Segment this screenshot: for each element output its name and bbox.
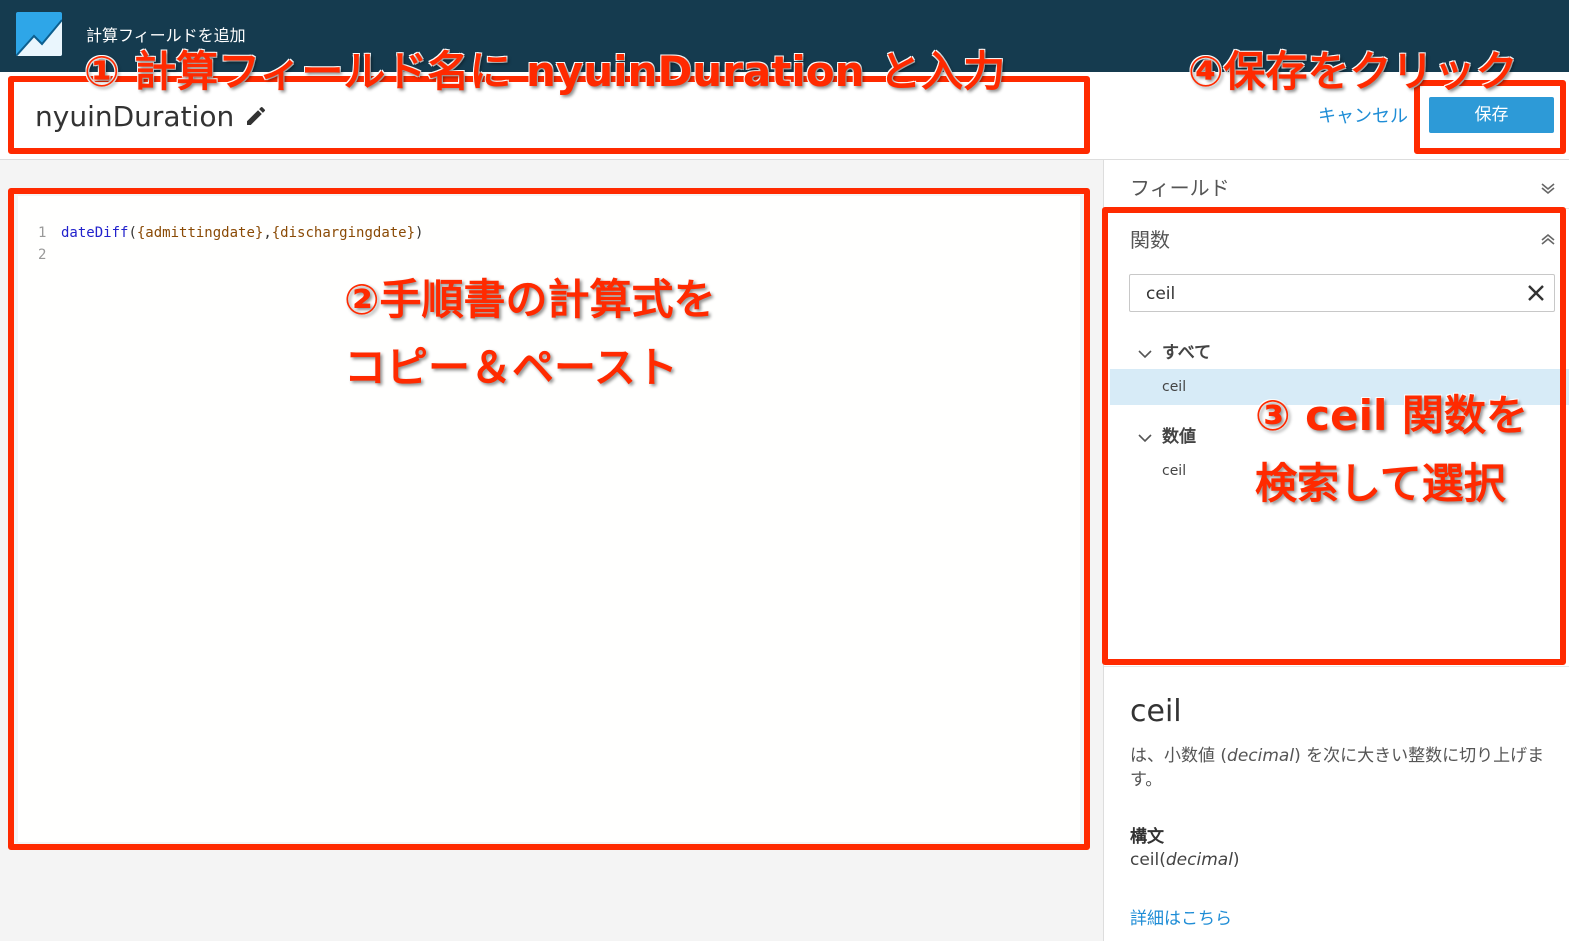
quicksight-logo-icon	[16, 12, 62, 56]
divider	[1104, 666, 1569, 667]
syntax-arg: decimal	[1165, 850, 1233, 870]
function-description: は、小数値 (decimal) を次に大きい整数に切り上げます。	[1130, 744, 1550, 792]
learn-more-link[interactable]: 詳細はこちら	[1130, 904, 1232, 929]
syntax-text: ceil(decimal)	[1130, 850, 1240, 870]
syntax-label: 構文	[1130, 827, 1164, 847]
annotation-step2-line2: コピー＆ペースト	[344, 343, 678, 392]
annotation-step4: ④保存をクリック	[1188, 47, 1518, 96]
function-detail-title: ceil	[1130, 694, 1182, 729]
chevron-down-icon[interactable]	[1540, 180, 1556, 196]
annotation-step3-line2: 検索して選択	[1255, 459, 1506, 508]
description-arg: decimal	[1227, 746, 1295, 766]
syntax-fn: ceil(	[1130, 850, 1166, 870]
syntax-close: )	[1232, 850, 1240, 870]
annotation-step3-line1: ③ ceil 関数を	[1255, 391, 1528, 440]
annotation-step2-line1: ②手順書の計算式を	[344, 275, 716, 324]
description-text: は、小数値 (	[1130, 746, 1228, 766]
fields-section-title[interactable]: フィールド	[1130, 172, 1230, 201]
cancel-button[interactable]: キャンセル	[1318, 102, 1408, 128]
annotation-step1: ① 計算フィールド名に nyuinDuration と入力	[84, 47, 1006, 96]
